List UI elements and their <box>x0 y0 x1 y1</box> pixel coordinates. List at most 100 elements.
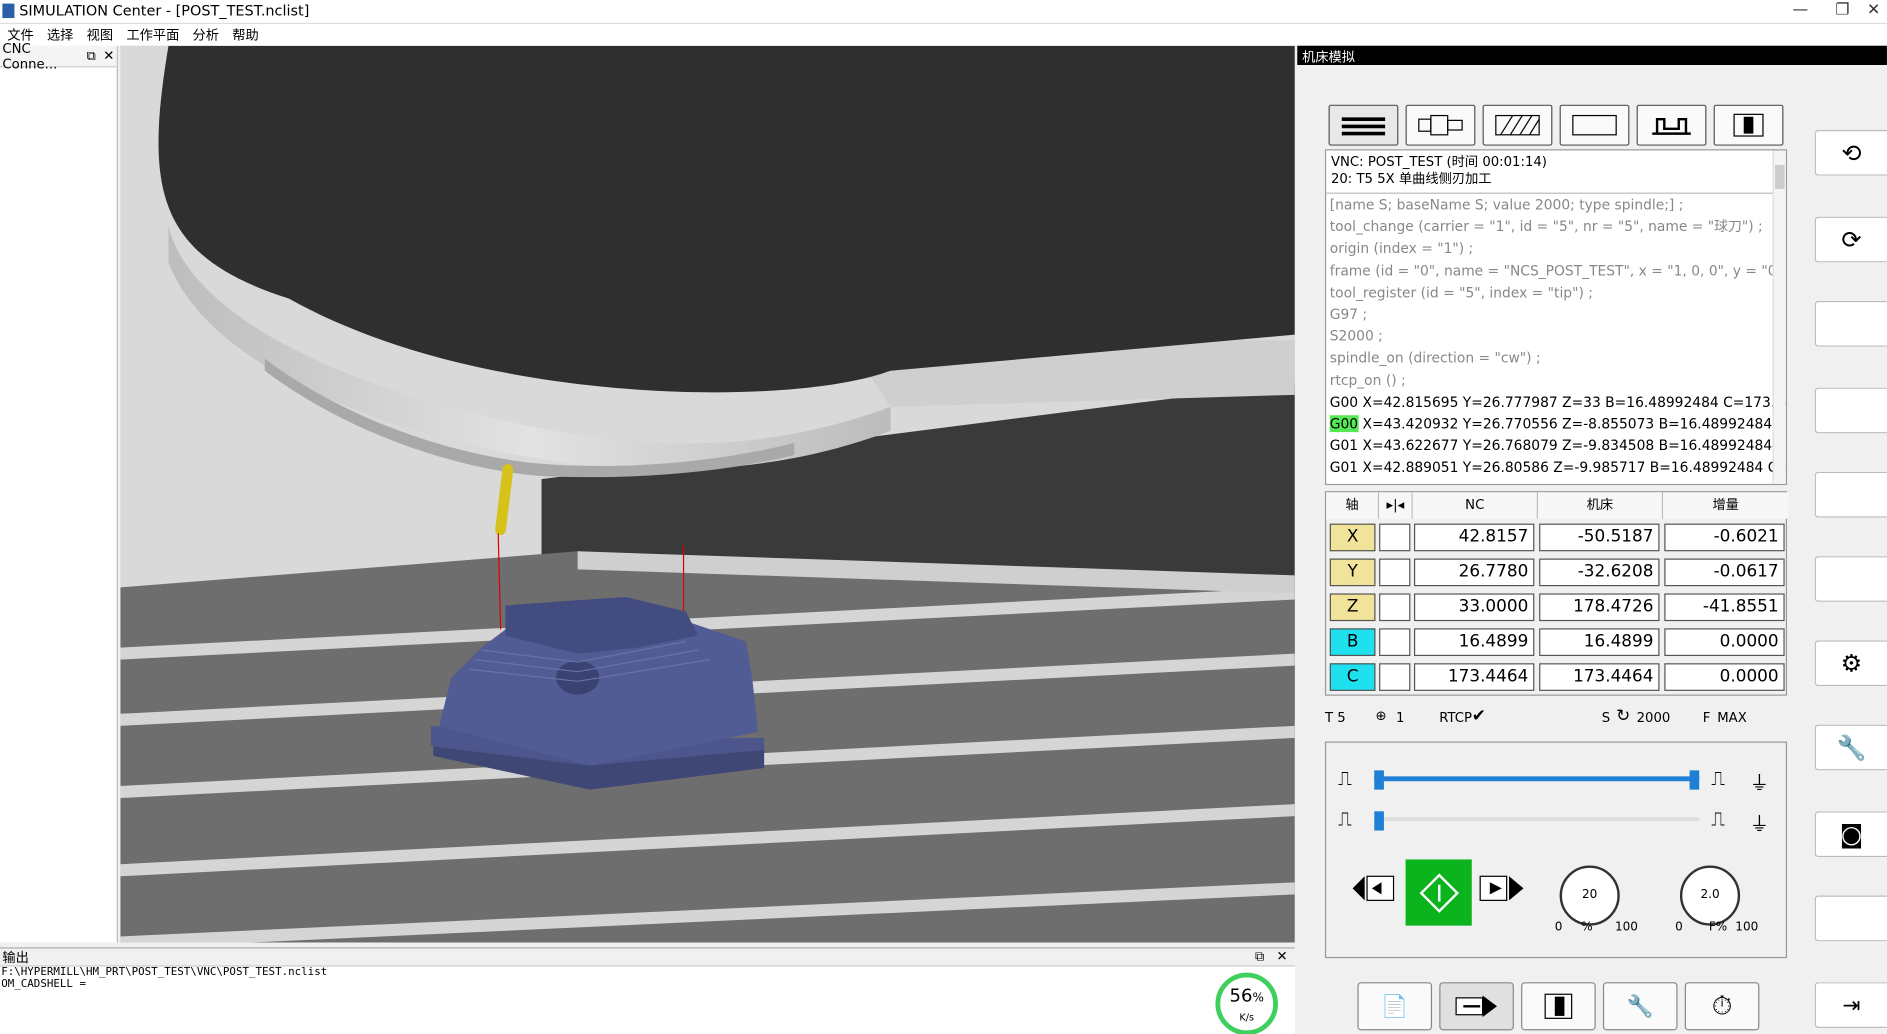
side-button-6[interactable] <box>1814 556 1887 602</box>
timer-button[interactable]: ⏱ <box>1684 982 1760 1031</box>
stock-view-button[interactable] <box>1482 104 1553 146</box>
close-panel-icon[interactable]: ✕ <box>103 48 114 65</box>
axis-label[interactable]: B <box>1329 628 1376 657</box>
axis-lock-checkbox[interactable] <box>1379 663 1411 691</box>
menu-bar: 文件 选择 视图 工作平面 分析 帮助 <box>0 24 1887 46</box>
axis-lock-checkbox[interactable] <box>1379 558 1411 587</box>
side-button-3[interactable] <box>1814 300 1887 347</box>
report-button[interactable]: 📄 <box>1357 982 1433 1031</box>
nc-value: 26.7780 <box>1413 558 1535 587</box>
code-scrollbar[interactable] <box>1772 150 1786 484</box>
tools-button[interactable]: 🔧 <box>1602 982 1678 1031</box>
minimize-button[interactable]: — <box>1776 0 1824 24</box>
code-line[interactable]: G01 X=43.622677 Y=26.768079 Z=-9.834508 … <box>1326 435 1786 457</box>
machine-view-button[interactable] <box>1713 104 1784 146</box>
simulation-viewport[interactable] <box>120 45 1295 943</box>
settings-button[interactable]: 🔧 <box>1814 724 1887 771</box>
machine-button[interactable] <box>1521 982 1596 1031</box>
axis-table: 轴 ▸|◂ NC 机床 增量 X 42.8157 -50.5187 -0.602… <box>1324 491 1789 696</box>
nc-value: 16.4899 <box>1413 628 1535 657</box>
code-line[interactable]: origin (index = "1") ; <box>1326 238 1786 260</box>
nc-value: 173.4464 <box>1413 663 1535 691</box>
menu-view[interactable]: 视图 <box>84 25 124 44</box>
rotate-view-button[interactable]: ⟲ <box>1814 129 1887 176</box>
code-line[interactable]: spindle_on (direction = "cw") ; <box>1326 347 1786 369</box>
list-view-button[interactable] <box>1328 104 1399 146</box>
speed-knob-max: 100 <box>1614 920 1638 935</box>
menu-workplane[interactable]: 工作平面 <box>124 25 190 44</box>
progress-slider[interactable] <box>1374 770 1700 790</box>
col-delta: 增量 <box>1663 492 1789 519</box>
axis-lock-checkbox[interactable] <box>1379 593 1411 622</box>
axis-label[interactable]: X <box>1329 523 1376 552</box>
delta-value: 0.0000 <box>1664 628 1785 657</box>
axis-lock-checkbox[interactable] <box>1379 628 1411 657</box>
app-icon <box>2 3 15 19</box>
float-icon[interactable]: ⧉ <box>87 48 96 65</box>
code-line[interactable]: G01 X=42.889051 Y=26.80586 Z=-9.985717 B… <box>1326 457 1786 479</box>
machine-value: 178.4726 <box>1539 593 1660 622</box>
speed-knob[interactable]: 20 <box>1559 865 1620 926</box>
output-title: 输出 <box>2 949 29 966</box>
code-line[interactable]: S2000 ; <box>1326 325 1786 347</box>
code-line[interactable]: G00 X=42.815695 Y=26.777987 Z=33 B=16.48… <box>1326 391 1786 413</box>
step-forward-button[interactable] <box>1478 870 1526 906</box>
machine-value: 16.4899 <box>1539 628 1660 657</box>
col-machine: 机床 <box>1537 492 1664 519</box>
side-button-10[interactable] <box>1814 895 1887 942</box>
code-line[interactable]: frame (id = "0", name = "NCS_POST_TEST",… <box>1326 259 1786 281</box>
menu-analysis[interactable]: 分析 <box>190 25 230 44</box>
code-line-current[interactable]: G00 X=43.420932 Y=26.770556 Z=-8.855073 … <box>1326 413 1786 435</box>
step-back-button[interactable] <box>1350 870 1398 906</box>
restore-button[interactable]: ❐ <box>1818 0 1866 24</box>
side-button-4[interactable] <box>1814 387 1887 434</box>
code-line[interactable]: G97 ; <box>1326 303 1786 325</box>
menu-help[interactable]: 帮助 <box>230 25 270 44</box>
axis-row-c: C 173.4464 173.4464 0.0000 <box>1326 660 1788 695</box>
fixture-view-button[interactable] <box>1636 104 1707 146</box>
tool-view-button[interactable] <box>1405 104 1476 146</box>
delta-value: 0.0000 <box>1664 663 1785 691</box>
block-end-icon[interactable]: ⎍ <box>1711 808 1724 832</box>
block-start-icon[interactable]: ⎍ <box>1338 808 1351 832</box>
fixture-icon <box>1652 117 1691 135</box>
machine-setup-button[interactable]: ⚙ <box>1814 640 1887 687</box>
code-line[interactable]: tool_register (id = "5", index = "tip") … <box>1326 281 1786 303</box>
rotate-icon: ↻ <box>1616 706 1631 726</box>
feed-knob[interactable]: 2.0 <box>1679 865 1741 926</box>
axis-label[interactable]: Z <box>1329 593 1376 622</box>
export-button[interactable]: ⇥ <box>1814 982 1887 1028</box>
feed-value: MAX <box>1717 710 1747 726</box>
rotate-back-button[interactable]: ⟳ <box>1814 216 1887 263</box>
gauge-unit: % <box>1252 991 1264 1006</box>
tool-number: T 5 <box>1324 710 1346 726</box>
rtcp-label: RTCP <box>1439 710 1473 726</box>
col-axis: 轴 <box>1326 492 1380 519</box>
float-icon[interactable]: ⧉ <box>1255 949 1264 966</box>
sync-icon[interactable]: ⏚ <box>1750 767 1769 796</box>
axis-label[interactable]: C <box>1329 663 1376 691</box>
close-button[interactable]: ✕ <box>1860 0 1886 24</box>
spiral-button[interactable]: ◙ <box>1814 811 1887 858</box>
close-panel-icon[interactable]: ✕ <box>1277 949 1288 966</box>
step-start-icon[interactable]: ⎍ <box>1338 767 1351 791</box>
code-line[interactable]: rtcp_on () ; <box>1326 369 1786 391</box>
step-end-icon[interactable]: ⎍ <box>1711 767 1724 791</box>
code-line[interactable]: [name S; baseName S; value 2000; type sp… <box>1326 194 1786 216</box>
reset-icon[interactable]: ⏚ <box>1750 808 1769 837</box>
origin-icon: ⊕ <box>1375 707 1387 724</box>
side-button-5[interactable] <box>1814 471 1887 518</box>
cnc-connect-title: CNC Conne... <box>2 40 58 72</box>
code-line[interactable]: tool_change (carrier = "1", id = "5", nr… <box>1326 216 1786 238</box>
axis-lock-checkbox[interactable] <box>1379 523 1411 552</box>
output-line: OM_CADSHELL = <box>1 978 86 991</box>
machine-icon <box>1544 993 1573 1019</box>
run-forward-button[interactable] <box>1439 982 1514 1031</box>
axis-label[interactable]: Y <box>1329 558 1376 587</box>
nc-code-list[interactable]: VNC: POST_TEST (时间 00:01:14) 20: T5 5X 单… <box>1324 149 1788 486</box>
axis-row-y: Y 26.7780 -32.6208 -0.0617 <box>1326 555 1788 590</box>
start-button[interactable] <box>1405 859 1472 926</box>
blank-view-button[interactable] <box>1559 104 1630 146</box>
block-slider[interactable] <box>1374 811 1700 831</box>
axis-row-b: B 16.4899 16.4899 0.0000 <box>1326 625 1788 660</box>
